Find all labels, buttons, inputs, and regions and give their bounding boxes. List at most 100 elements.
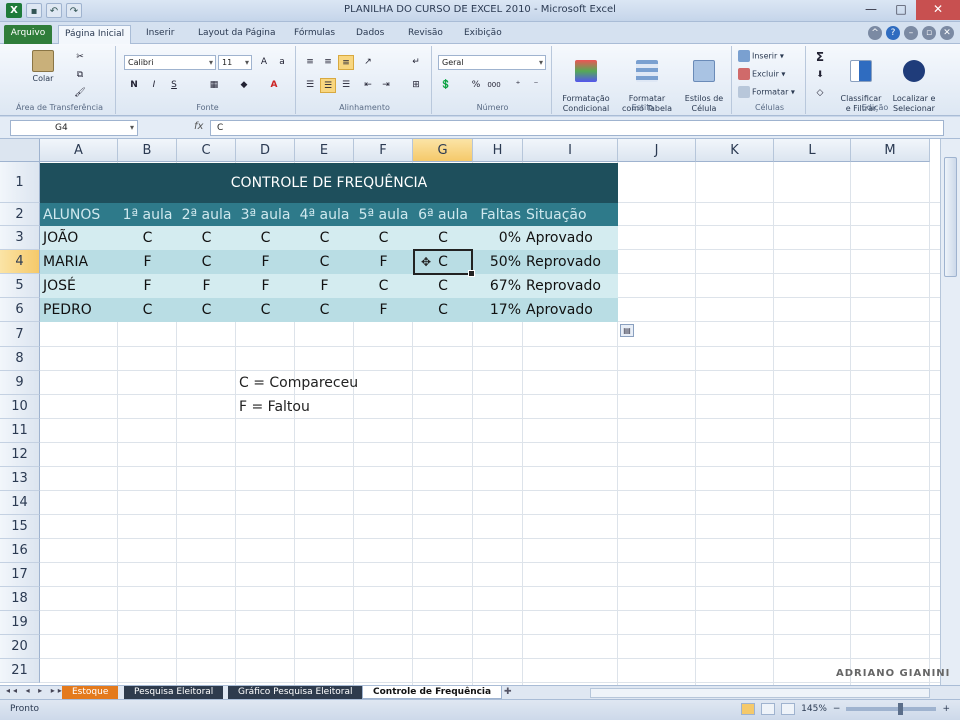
zoom-out-icon[interactable]: − — [833, 704, 841, 714]
paste-options-icon[interactable]: ▤ — [620, 324, 634, 337]
attendance-cell[interactable]: C — [413, 226, 473, 250]
delete-cells-button[interactable]: Excluir ▾ — [738, 68, 785, 80]
font-color-icon[interactable]: A — [266, 78, 282, 93]
attendance-cell[interactable]: C — [295, 298, 354, 322]
attendance-cell[interactable]: C — [354, 226, 413, 250]
align-right-icon[interactable]: ☰ — [338, 78, 354, 93]
row-header-18[interactable]: 18 — [0, 587, 40, 611]
vertical-scrollbar[interactable] — [940, 139, 960, 685]
tab-inserir[interactable]: Inserir — [140, 25, 181, 44]
insert-function-icon[interactable]: fx — [194, 121, 203, 132]
paste-button[interactable]: Colar — [30, 50, 56, 84]
horizontal-scrollbar[interactable] — [590, 688, 930, 698]
row-header-12[interactable]: 12 — [0, 443, 40, 467]
minimize-ribbon-icon[interactable]: ^ — [868, 26, 882, 40]
align-center-icon[interactable]: ☰ — [320, 78, 336, 93]
row-header-5[interactable]: 5 — [0, 274, 40, 298]
row-header-15[interactable]: 15 — [0, 515, 40, 539]
attendance-cell[interactable]: F — [236, 250, 295, 274]
increase-indent-icon[interactable]: ⇥ — [378, 78, 394, 93]
attendance-cell[interactable]: C — [354, 274, 413, 298]
insert-sheet-icon[interactable]: ✚ — [500, 686, 516, 699]
sheet-tab-pesquisa-eleitoral[interactable]: Pesquisa Eleitoral — [124, 686, 224, 699]
wrap-text-icon[interactable]: ↵ — [408, 55, 424, 70]
attendance-cell[interactable]: F — [354, 298, 413, 322]
maximize-button[interactable]: □ — [886, 0, 916, 20]
faltas-cell[interactable]: 17% — [473, 298, 523, 322]
faltas-cell[interactable]: 0% — [473, 226, 523, 250]
row-header-20[interactable]: 20 — [0, 635, 40, 659]
orientation-icon[interactable]: ↗ — [360, 55, 376, 70]
sheet-nav-buttons[interactable]: ◂◂ ◂ ▸ ▸▸ — [6, 686, 65, 695]
attendance-cell[interactable]: C — [295, 226, 354, 250]
tab-dados[interactable]: Dados — [350, 25, 390, 44]
grow-font-icon[interactable]: A — [256, 55, 272, 70]
attendance-cell[interactable]: C — [118, 298, 177, 322]
worksheet-grid[interactable]: ABCDEFGHIJKLM 1 2 3 4 5 6 7 8 9 10 11 12 13 14 15 16 17 1… — [0, 139, 940, 685]
sheet-tab-grafico-pesquisa[interactable]: Gráfico Pesquisa Eleitoral — [228, 686, 363, 699]
minimize-button[interactable]: — — [856, 0, 886, 20]
merge-center-icon[interactable]: ⊞ — [408, 78, 424, 93]
situacao-cell[interactable]: Reprovado — [526, 250, 621, 274]
student-name[interactable]: JOSÉ — [43, 274, 121, 298]
attendance-cell[interactable]: F — [236, 274, 295, 298]
row-header-16[interactable]: 16 — [0, 539, 40, 563]
tab-pagina-inicial[interactable]: Página Inicial — [58, 25, 132, 44]
bold-button[interactable]: N — [126, 78, 142, 93]
header-cell-5[interactable]: 5ª aula — [354, 203, 413, 227]
align-middle-icon[interactable]: ≡ — [320, 55, 336, 70]
sheet-tab-controle-frequencia[interactable]: Controle de Frequência — [362, 686, 503, 699]
sheet-title[interactable]: CONTROLE DE FREQUÊNCIA — [40, 171, 618, 195]
zoom-level[interactable]: 145% — [801, 704, 827, 714]
tab-exibicao[interactable]: Exibição — [458, 25, 508, 44]
cut-icon[interactable]: ✂ — [72, 50, 88, 65]
attendance-cell[interactable]: C — [295, 250, 354, 274]
faltas-cell[interactable]: 50% — [473, 250, 523, 274]
borders-icon[interactable]: ▦ — [206, 78, 222, 93]
attendance-cell[interactable]: F — [295, 274, 354, 298]
attendance-cell[interactable]: F — [118, 274, 177, 298]
help-icon[interactable]: ? — [886, 26, 900, 40]
column-header-f[interactable]: F — [354, 139, 413, 162]
tab-arquivo[interactable]: Arquivo — [4, 25, 52, 44]
header-cell-3[interactable]: 3ª aula — [236, 203, 295, 227]
row-header-21[interactable]: 21 — [0, 659, 40, 683]
header-cell-8[interactable]: Situação — [526, 203, 621, 227]
row-header-14[interactable]: 14 — [0, 491, 40, 515]
attendance-cell[interactable]: F — [354, 250, 413, 274]
zoom-slider[interactable] — [846, 703, 937, 715]
column-header-c[interactable]: C — [177, 139, 236, 162]
column-header-d[interactable]: D — [236, 139, 295, 162]
accounting-format-icon[interactable]: 💲 — [438, 78, 454, 93]
header-cell-1[interactable]: 1ª aula — [118, 203, 177, 227]
tab-layout-da-pagina[interactable]: Layout da Página — [192, 25, 282, 44]
font-name-select[interactable]: Calibri — [124, 55, 216, 70]
fill-color-icon[interactable]: ◆ — [236, 78, 252, 93]
student-name[interactable]: PEDRO — [43, 298, 121, 322]
row-header-1[interactable]: 1 — [0, 162, 40, 203]
legend-compareceu[interactable]: C = Compareceu — [239, 371, 358, 395]
row-header-19[interactable]: 19 — [0, 611, 40, 635]
row-header-13[interactable]: 13 — [0, 467, 40, 491]
align-top-icon[interactable]: ≡ — [302, 55, 318, 70]
column-header-a[interactable]: A — [40, 139, 118, 162]
header-cell-6[interactable]: 6ª aula — [413, 203, 473, 227]
tab-revisao[interactable]: Revisão — [402, 25, 449, 44]
italic-button[interactable]: I — [146, 78, 162, 93]
select-all-corner[interactable] — [0, 139, 40, 162]
row-header-3[interactable]: 3 — [0, 226, 40, 250]
sheet-tab-estoque[interactable]: Estoque — [62, 686, 119, 699]
column-header-b[interactable]: B — [118, 139, 177, 162]
tab-formulas[interactable]: Fórmulas — [288, 25, 341, 44]
row-header-17[interactable]: 17 — [0, 563, 40, 587]
column-header-h[interactable]: H — [473, 139, 523, 162]
student-name[interactable]: MARIA — [43, 250, 121, 274]
autosum-icon[interactable]: Σ — [812, 50, 828, 65]
align-bottom-icon[interactable]: ≡ — [338, 55, 354, 70]
header-cell-4[interactable]: 4ª aula — [295, 203, 354, 227]
format-painter-icon[interactable]: 🖌 — [72, 86, 88, 101]
fill-icon[interactable]: ⬇ — [812, 68, 828, 83]
vertical-scroll-thumb[interactable] — [944, 157, 957, 277]
attendance-cell[interactable]: C — [118, 226, 177, 250]
normal-view-button[interactable] — [741, 703, 756, 715]
